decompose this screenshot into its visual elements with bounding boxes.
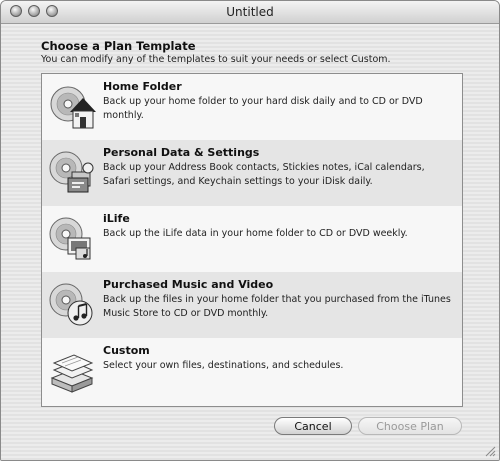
template-list[interactable]: Home Folder Back up your home folder to … [41, 73, 463, 407]
template-item-purchased-music[interactable]: Purchased Music and Video Back up the fi… [42, 272, 462, 338]
template-item-custom[interactable]: Custom Select your own files, destinatio… [42, 338, 462, 404]
template-name: Personal Data & Settings [103, 146, 260, 159]
template-name: Purchased Music and Video [103, 278, 274, 291]
cancel-button[interactable]: Cancel [274, 417, 352, 435]
personal-data-icon [49, 151, 94, 193]
page-subtitle: You can modify any of the templates to s… [41, 54, 391, 65]
choose-plan-button[interactable]: Choose Plan [358, 417, 462, 435]
template-description: Select your own files, destinations, and… [103, 360, 344, 371]
resize-grip-icon[interactable] [484, 445, 496, 457]
window-title: Untitled [226, 5, 274, 19]
title-bar[interactable]: Untitled [1, 1, 499, 24]
template-name: iLife [103, 212, 130, 225]
template-item-home-folder[interactable]: Home Folder Back up your home folder to … [42, 74, 462, 140]
backup-window: Untitled Choose a Plan Template You can … [0, 0, 500, 461]
template-name: Custom [103, 344, 150, 357]
template-description: Back up your home folder to your hard di… [103, 96, 423, 121]
template-item-ilife[interactable]: iLife Back up the iLife data in your hom… [42, 206, 462, 272]
purchased-music-icon [49, 283, 93, 326]
template-description: Back up the files in your home folder th… [103, 294, 451, 319]
custom-files-icon [50, 354, 94, 393]
template-description: Back up the iLife data in your home fold… [103, 228, 408, 239]
home-folder-icon [50, 86, 96, 129]
template-name: Home Folder [103, 80, 182, 93]
template-description: Back up your Address Book contacts, Stic… [103, 162, 425, 187]
page-title: Choose a Plan Template [41, 39, 196, 53]
ilife-icon [49, 217, 91, 260]
template-item-personal-data[interactable]: Personal Data & Settings Back up your Ad… [42, 140, 462, 206]
